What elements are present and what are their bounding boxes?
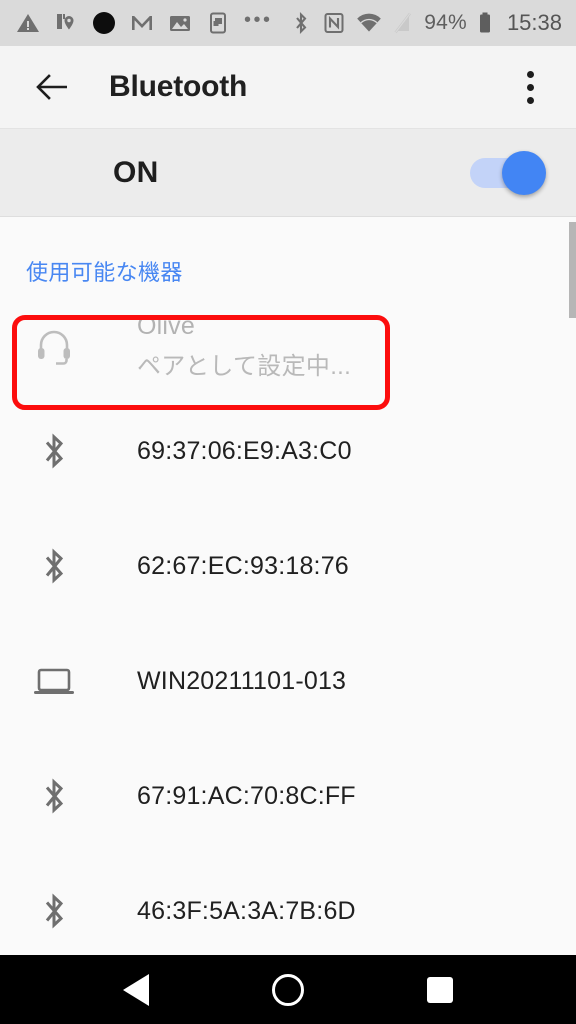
overflow-dot [526,70,534,78]
no-signal-icon [393,11,413,35]
device-list-area[interactable]: 使用可能な機器 Olive ペアとして設定中... 69:37:06:E9:A3… [0,217,576,955]
list-item-text: 69:37:06:E9:A3:C0 [137,437,352,466]
device-name: 67:91:AC:70:8C:FF [137,782,356,810]
headset-icon [26,324,82,368]
status-bar-right-icons: 94% 15:38 [290,10,562,36]
nfc-icon [323,11,345,35]
list-item[interactable]: Olive ペアとして設定中... [0,298,576,394]
home-circle-icon [272,973,304,1006]
list-item[interactable]: 62:67:EC:93:18:76 [0,509,576,624]
status-bar: ••• 94% 15:38 [0,0,576,46]
device-name: WIN20211101-013 [137,667,347,695]
device-name: 46:3F:5A:3A:7B:6D [137,897,356,925]
status-bar-left-icons: ••• [16,9,290,35]
bluetooth-toggle-switch[interactable] [470,150,546,195]
nav-home-button[interactable] [252,955,324,1024]
bluetooth-state-label: ON [113,155,159,189]
scrollbar-thumb[interactable] [569,222,576,318]
app-bar: Bluetooth [0,46,576,129]
phone-screen: ••• 94% 15:38 Bluetooth ON 使用可能な機器 Olive… [0,0,576,1024]
bluetooth-icon [26,776,82,818]
device-name: 69:37:06:E9:A3:C0 [137,437,352,465]
list-item-text: 62:67:EC:93:18:76 [137,552,349,581]
more-dots-icon: ••• [244,9,273,31]
android-navigation-bar [0,955,576,1024]
overflow-dot [526,96,534,104]
back-button[interactable] [26,61,78,113]
screenshot-icon [206,11,230,35]
recents-square-icon [427,976,453,1003]
list-item[interactable]: 46:3F:5A:3A:7B:6D [0,854,576,955]
nav-back-button[interactable] [100,955,172,1024]
warning-triangle-icon [16,11,40,35]
device-status: ペアとして設定中... [137,352,352,380]
photo-image-icon [168,11,192,35]
list-item-text: Olive ペアとして設定中... [137,312,351,381]
bluetooth-icon [26,546,82,588]
laptop-icon [26,665,82,699]
toggle-thumb [502,150,546,195]
device-name: Olive [137,311,195,340]
list-item-text: 67:91:AC:70:8C:FF [137,782,356,811]
overflow-dot [526,83,534,91]
page-title: Bluetooth [109,70,248,103]
bluetooth-icon [26,431,82,473]
filled-circle-icon [92,11,116,35]
list-item[interactable]: 67:91:AC:70:8C:FF [0,739,576,854]
gmail-icon [130,11,154,35]
back-triangle-icon [123,973,149,1006]
bluetooth-icon [26,891,82,933]
bluetooth-master-switch-row[interactable]: ON [0,129,576,217]
wifi-icon [356,11,382,35]
section-header-available-devices: 使用可能な機器 [26,260,183,285]
list-item[interactable]: WIN20211101-013 [0,624,576,739]
battery-icon [478,11,492,35]
nav-recents-button[interactable] [404,955,476,1024]
list-item[interactable]: 69:37:06:E9:A3:C0 [0,394,576,509]
bluetooth-icon [290,11,312,35]
location-pin-icon [54,11,78,35]
list-item-text: 46:3F:5A:3A:7B:6D [137,897,356,926]
overflow-menu-button[interactable] [506,61,554,113]
clock-label: 15:38 [506,10,562,35]
device-name: 62:67:EC:93:18:76 [137,552,349,580]
list-item-text: WIN20211101-013 [137,667,346,696]
battery-percent-label: 94% [424,11,467,34]
